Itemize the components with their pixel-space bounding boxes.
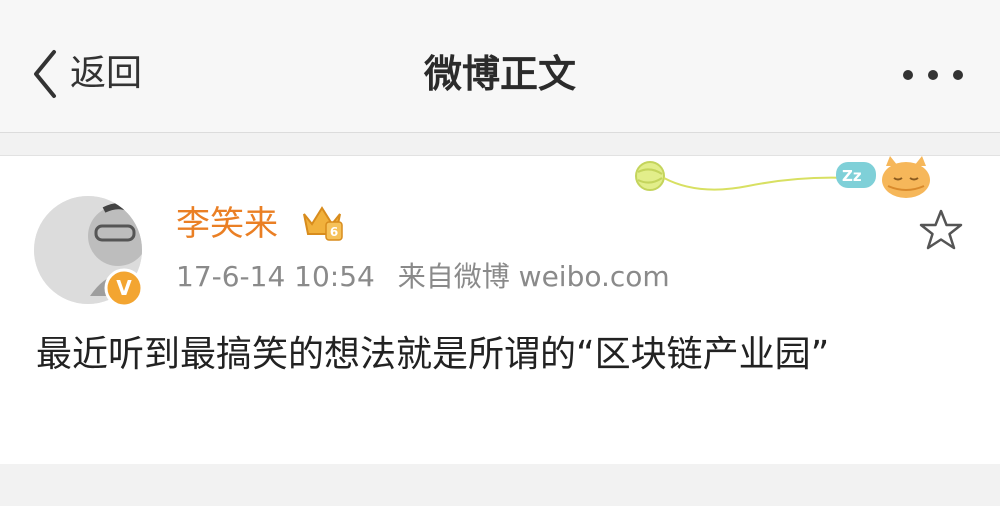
post-source: 来自微博 weibo.com [397,260,670,293]
crown-level-icon: 6 [303,206,343,241]
post-timestamp: 17-6-14 10:54 [176,260,375,293]
star-favorite-icon[interactable] [918,208,964,252]
sleeping-cat-decoration-icon: Zz [635,156,930,198]
verified-badge-icon: V [104,268,144,308]
more-dots-icon[interactable] [898,58,968,92]
zzz-label: Zz [842,167,862,185]
top-navbar: 返回 微博正文 [0,0,1000,133]
bottom-strip [0,464,1000,506]
post-card: Zz V 李笑来 6 17-6-14 10:54 来自微博 weibo.com … [0,155,1000,465]
post-meta: 17-6-14 10:54 来自微博 weibo.com [176,258,684,296]
post-text: 最近听到最搞笑的想法就是所谓的“区块链产业园” [36,334,830,375]
username[interactable]: 李笑来 [176,202,278,246]
svg-text:6: 6 [330,225,338,239]
page-title: 微博正文 [423,52,576,96]
svg-text:V: V [116,276,132,300]
